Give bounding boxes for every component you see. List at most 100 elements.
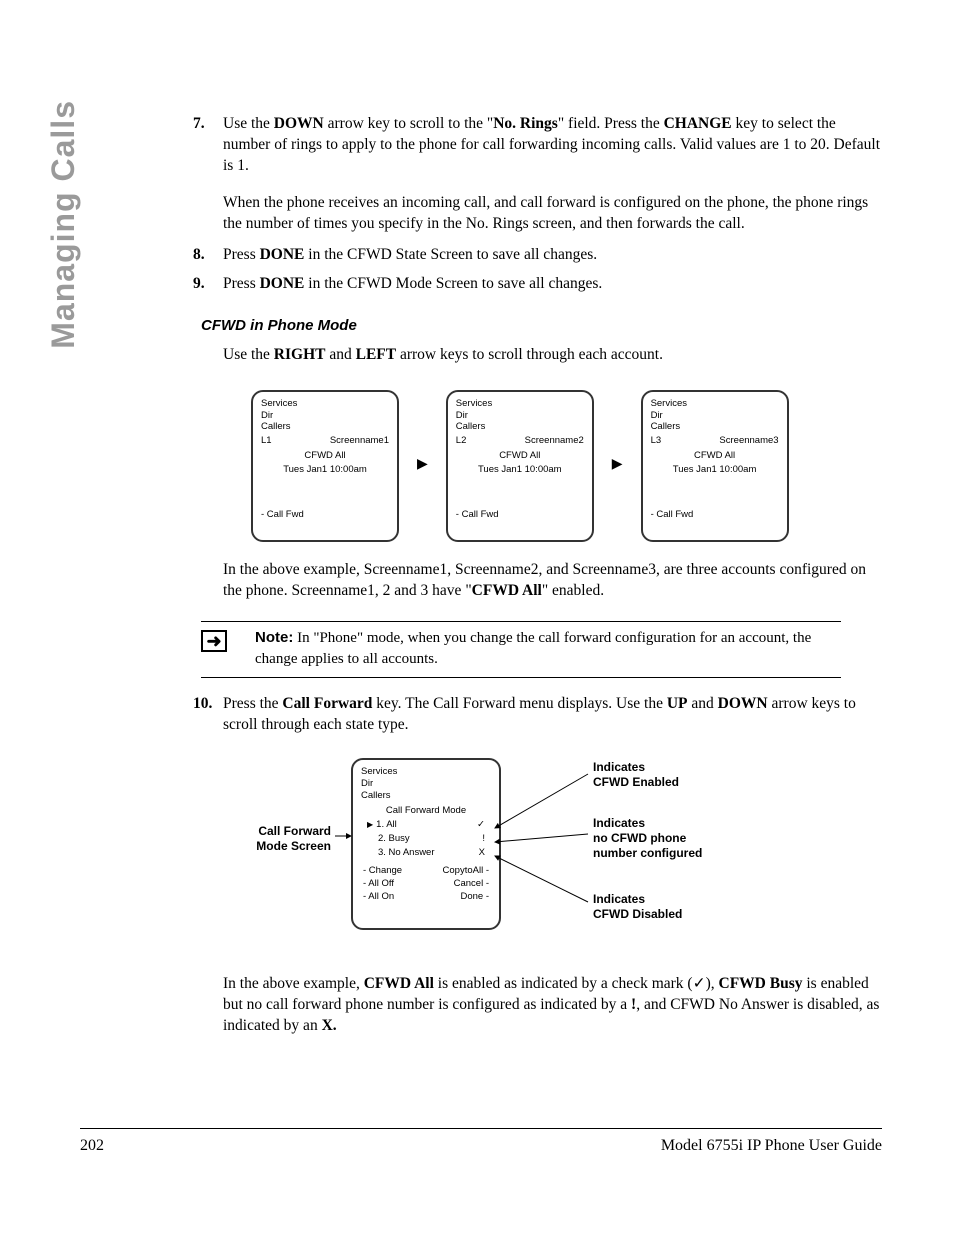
screen-line: CFWD All <box>651 450 779 462</box>
step-8: 8. Press DONE in the CFWD State Screen t… <box>193 245 883 266</box>
text: CFWD Disabled <box>593 907 682 922</box>
main-content: 7. Use the DOWN arrow key to scroll to t… <box>193 110 883 1037</box>
screen-line: L1 Screenname1 <box>261 435 389 447</box>
after-screens-paragraph: In the above example, Screenname1, Scree… <box>223 560 883 602</box>
softkey: Done - <box>443 891 489 903</box>
screen-line: Services <box>456 398 584 410</box>
step-body: Press DONE in the CFWD State Screen to s… <box>223 245 883 266</box>
text: In the above example, <box>223 975 364 992</box>
text: L2 <box>456 435 467 447</box>
text: arrow key to scroll to the " <box>324 115 493 132</box>
screen-line: Dir <box>361 778 491 790</box>
screen-line: Dir <box>651 410 779 422</box>
callout-lines-icon <box>223 756 883 956</box>
text: Screenname3 <box>719 435 778 447</box>
text: Press <box>223 246 260 263</box>
option-busy: 2. Busy ! <box>361 833 491 845</box>
text: Screenname2 <box>525 435 584 447</box>
text: 2. Busy <box>378 833 410 845</box>
after-fig2-paragraph: In the above example, CFWD All is enable… <box>223 974 883 1037</box>
text: L3 <box>651 435 662 447</box>
text: Press the <box>223 695 282 712</box>
text: In "Phone" mode, when you change the cal… <box>255 630 811 666</box>
side-header: Managing Calls <box>42 100 85 349</box>
step-number: 10. <box>193 694 223 736</box>
callout-nonumber: Indicates no CFWD phone number configure… <box>593 816 702 861</box>
screen-line: L3 Screenname3 <box>651 435 779 447</box>
screen-line: CFWD All <box>261 450 389 462</box>
figure-left-label: Call Forward Mode Screen <box>223 824 331 854</box>
softkey: - Call Fwd <box>651 509 694 521</box>
footer-title: Model 6755i IP Phone User Guide <box>661 1135 882 1157</box>
bold: DOWN <box>718 695 768 712</box>
softkey: - Call Fwd <box>261 509 304 521</box>
phone-screen-1: Services Dir Callers L1Screenname1 CFWD … <box>251 390 399 542</box>
bold: DONE <box>260 246 305 263</box>
bold: UP <box>667 695 688 712</box>
option-all: ▶1. All ✓ <box>361 819 491 831</box>
bold: CHANGE <box>664 115 732 132</box>
pointer-icon: ▶ <box>367 820 373 830</box>
note-text: Note: In "Phone" mode, when you change t… <box>255 628 841 669</box>
phone-screens-row: Services Dir Callers L1 Screenname1 CFWD … <box>251 390 883 542</box>
softkey-left: - Change - All Off - All On <box>363 865 402 903</box>
text: Use the <box>223 346 274 363</box>
softkey-right: CopytoAll - Cancel - Done - <box>443 865 489 903</box>
text: key. The Call Forward menu displays. Use… <box>372 695 666 712</box>
bold: DONE <box>260 275 305 292</box>
softkey: - Call Fwd <box>456 509 499 521</box>
x-icon: X <box>479 847 485 859</box>
text: 3. No Answer <box>378 847 435 859</box>
option-noanswer: 3. No Answer X <box>361 847 491 859</box>
step-number: 9. <box>193 274 223 295</box>
rule <box>201 677 841 678</box>
step-10: 10. Press the Call Forward key. The Call… <box>193 694 883 736</box>
softkey: Cancel - <box>443 878 489 890</box>
text: Screenname1 <box>330 435 389 447</box>
bold: No. Rings <box>493 115 558 132</box>
step-number: 7. <box>193 114 223 235</box>
text: Mode Screen <box>223 839 331 854</box>
text: arrow keys to scroll through each accoun… <box>396 346 663 363</box>
softkey: - All On <box>363 891 402 903</box>
screen-line: Tues Jan1 10:00am <box>261 464 389 476</box>
text: " field. Press the <box>558 115 664 132</box>
screen-line: Dir <box>456 410 584 422</box>
text: is enabled as indicated by a check mark … <box>434 975 693 992</box>
text: 1. All <box>376 819 397 831</box>
arrow-right-icon: ▶ <box>417 456 428 475</box>
text: L1 <box>261 435 272 447</box>
bold: Call Forward <box>282 695 372 712</box>
text: and <box>688 695 718 712</box>
text: no CFWD phone <box>593 831 702 846</box>
phone-screen-3: Services Dir Callers L3 Screenname3 CFWD … <box>641 390 789 542</box>
screen-line: Tues Jan1 10:00am <box>456 464 584 476</box>
mode-screen-figure: Call Forward Mode Screen Services Dir Ca… <box>223 756 883 956</box>
screen-line: Dir <box>261 410 389 422</box>
step-body: Use the DOWN arrow key to scroll to the … <box>223 114 883 235</box>
text: ), <box>706 975 719 992</box>
phone-screen-2: Services Dir Callers L2Screenname2 CFWD … <box>446 390 594 542</box>
bold: CFWD All <box>472 582 542 599</box>
intro-paragraph: Use the RIGHT and LEFT arrow keys to scr… <box>223 345 883 366</box>
text: in the CFWD State Screen to save all cha… <box>304 246 597 263</box>
text: CFWD Enabled <box>593 775 679 790</box>
check-icon: ✓ <box>693 975 706 992</box>
screen-line: Services <box>651 398 779 410</box>
screen-line: Tues Jan1 10:00am <box>651 464 779 476</box>
screen-line: Callers <box>261 421 389 433</box>
screen-line: CFWD All <box>456 450 584 462</box>
step-body: Press DONE in the CFWD Mode Screen to sa… <box>223 274 883 295</box>
sub-heading: CFWD in Phone Mode <box>201 316 883 336</box>
bold: CFWD Busy <box>719 975 803 992</box>
screen-line: Callers <box>361 790 491 802</box>
step-body: Press the Call Forward key. The Call For… <box>223 694 883 736</box>
bold: LEFT <box>356 346 396 363</box>
page-footer: 202 Model 6755i IP Phone User Guide <box>80 1128 882 1157</box>
paragraph: When the phone receives an incoming call… <box>223 193 883 235</box>
screen-line: Callers <box>651 421 779 433</box>
softkey: - Change <box>363 865 402 877</box>
step-9: 9. Press DONE in the CFWD Mode Screen to… <box>193 274 883 295</box>
text: number configured <box>593 846 702 861</box>
text: in the CFWD Mode Screen to save all chan… <box>304 275 602 292</box>
